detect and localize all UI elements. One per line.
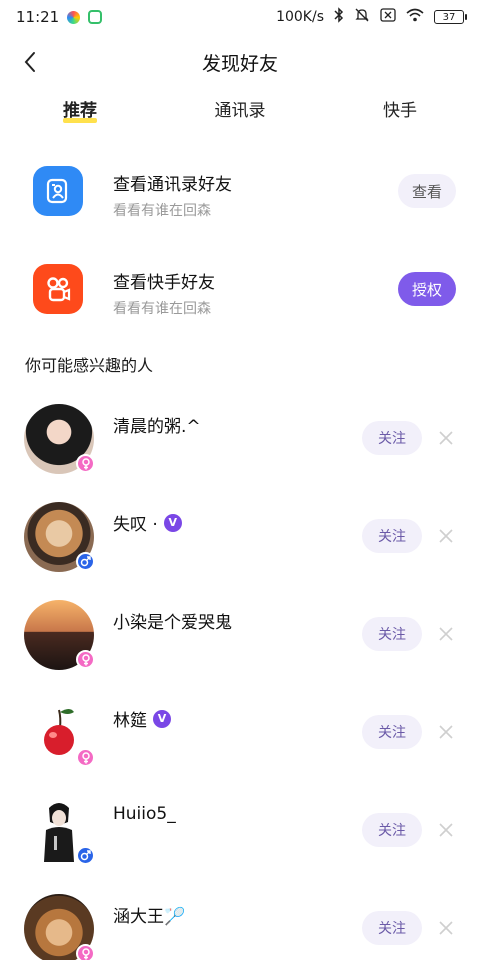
bluetooth-icon <box>334 7 344 27</box>
follow-button[interactable]: 关注 <box>362 813 422 847</box>
male-icon <box>76 552 95 571</box>
tab-label: 通讯录 <box>214 101 266 121</box>
tab-label: 快手 <box>383 101 417 121</box>
user-name: 清晨的粥.^ <box>113 417 201 437</box>
tab-recommended[interactable]: 推荐 <box>0 96 160 136</box>
app-notification-icon <box>67 10 81 24</box>
dismiss-button[interactable] <box>434 622 458 646</box>
dismiss-button[interactable] <box>434 818 458 842</box>
nav-bar: 发现好友 <box>0 40 480 84</box>
dismiss-button[interactable] <box>434 426 458 450</box>
user-name: 小染是个爱哭鬼 <box>113 613 232 633</box>
connect-subtitle: 看看有谁在回森 <box>113 203 211 219</box>
close-icon <box>439 529 453 543</box>
list-item[interactable]: 小染是个爱哭鬼 关注 <box>0 594 480 692</box>
user-name: Huiio5_ <box>113 804 176 824</box>
tab-label: 推荐 <box>63 101 97 121</box>
connect-contacts-row: 查看通讯录好友 看看有谁在回森 查看 <box>0 154 480 234</box>
page-title: 发现好友 <box>201 52 278 75</box>
user-name-row: Huiio5_ <box>113 804 176 824</box>
contacts-icon <box>33 166 83 216</box>
verified-icon: V <box>163 513 182 532</box>
female-icon <box>76 650 95 669</box>
close-icon <box>439 921 453 935</box>
list-item[interactable]: 清晨的粥.^ 关注 <box>0 398 480 496</box>
follow-button[interactable]: 关注 <box>362 519 422 553</box>
user-name-row: 涵大王🏸 <box>113 902 185 927</box>
section-title: 你可能感兴趣的人 <box>25 356 154 375</box>
female-icon <box>76 944 95 960</box>
tab-contacts[interactable]: 通讯录 <box>160 96 320 136</box>
close-icon <box>439 725 453 739</box>
kuaishou-icon <box>33 264 83 314</box>
user-name: 林筵 <box>113 711 147 731</box>
user-name: 涵大王🏸 <box>113 907 186 927</box>
dismiss-button[interactable] <box>434 720 458 744</box>
female-icon <box>76 748 95 767</box>
connect-title: 查看快手好友 <box>113 273 215 293</box>
dismiss-button[interactable] <box>434 524 458 548</box>
user-name: 失叹 · <box>113 515 158 535</box>
user-name-row: 林筵 V <box>113 706 171 731</box>
follow-button[interactable]: 关注 <box>362 421 422 455</box>
user-name-row: 小染是个爱哭鬼 <box>113 608 232 633</box>
app-notification-icon <box>88 10 103 24</box>
tab-bar: 推荐 通讯录 快手 <box>0 96 480 136</box>
follow-button[interactable]: 关注 <box>362 617 422 651</box>
list-item[interactable]: 涵大王🏸 关注 <box>0 888 480 960</box>
connect-subtitle: 看看有谁在回森 <box>113 301 211 317</box>
tab-kuaishou[interactable]: 快手 <box>320 96 480 136</box>
authorize-button[interactable]: 授权 <box>398 272 456 306</box>
mute-icon <box>354 7 370 27</box>
user-name-row: 清晨的粥.^ <box>113 412 201 437</box>
dismiss-button[interactable] <box>434 916 458 940</box>
network-speed: 100K/s <box>276 9 324 25</box>
follow-button[interactable]: 关注 <box>362 715 422 749</box>
close-icon <box>439 627 453 641</box>
battery-icon: 37 <box>434 10 467 24</box>
list-item[interactable]: 林筵 V 关注 <box>0 692 480 790</box>
wifi-icon <box>406 8 424 26</box>
connect-title: 查看通讯录好友 <box>113 175 232 195</box>
status-time: 11:21 <box>16 8 60 26</box>
connect-kuaishou-row: 查看快手好友 看看有谁在回森 授权 <box>0 252 480 332</box>
female-icon <box>76 454 95 473</box>
male-icon <box>76 846 95 865</box>
list-item[interactable]: 失叹 · V 关注 <box>0 496 480 594</box>
close-icon <box>439 431 453 445</box>
back-button[interactable] <box>14 46 46 78</box>
view-contacts-button[interactable]: 查看 <box>398 174 456 208</box>
sim-off-icon <box>380 8 396 26</box>
follow-button[interactable]: 关注 <box>362 911 422 945</box>
close-icon <box>439 823 453 837</box>
user-name-row: 失叹 · V <box>113 510 182 535</box>
status-bar: 11:21 100K/s 37 <box>0 0 480 34</box>
battery-level: 37 <box>442 11 456 23</box>
verified-icon: V <box>153 709 171 728</box>
list-item[interactable]: Huiio5_ 关注 <box>0 790 480 888</box>
chevron-left-icon <box>24 52 35 72</box>
